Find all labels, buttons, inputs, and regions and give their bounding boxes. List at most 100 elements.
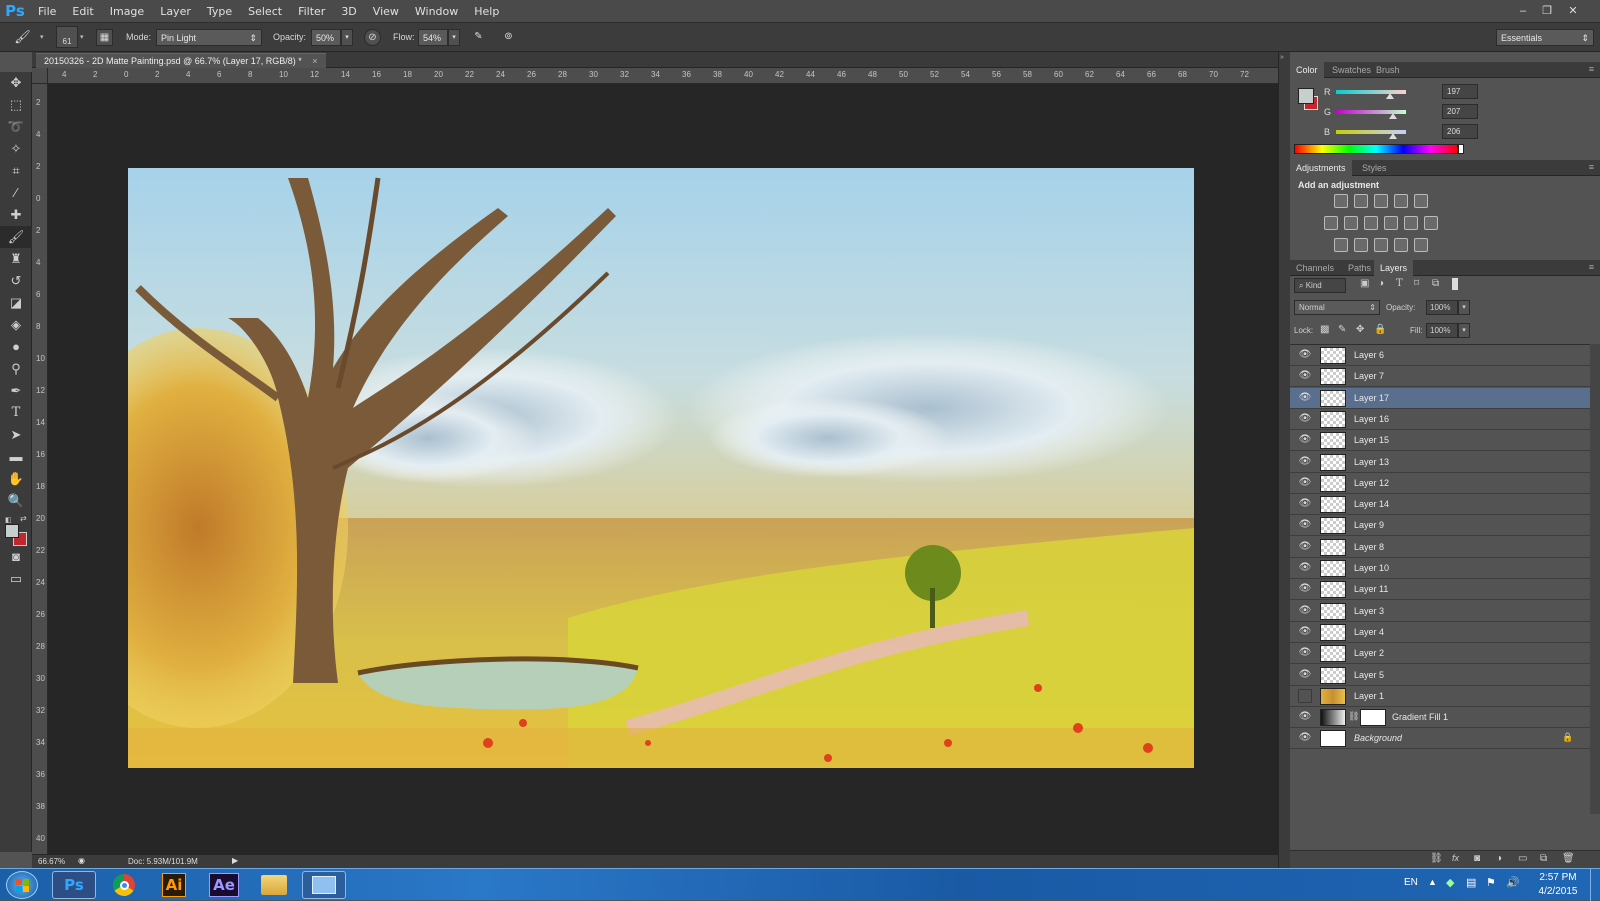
color-panel-menu-icon[interactable]: ≡ — [1589, 64, 1594, 74]
move-tool-icon[interactable]: ✥ — [0, 72, 32, 94]
menu-select[interactable]: Select — [240, 0, 290, 23]
language-indicator[interactable]: EN — [1404, 877, 1418, 888]
layer-row[interactable]: 👁 Layer 10 — [1290, 558, 1590, 579]
foreground-color-swatch[interactable] — [5, 524, 19, 538]
color-panel-foreground-swatch[interactable] — [1298, 88, 1314, 104]
flow-input[interactable]: 54% — [418, 29, 448, 46]
layer-row[interactable]: 👁 Layer 6 — [1290, 345, 1590, 366]
add-mask-icon[interactable]: ◙ — [1474, 853, 1480, 864]
close-button[interactable]: ✕ — [1563, 3, 1583, 19]
green-slider-thumb[interactable] — [1388, 113, 1397, 119]
visibility-eye-icon[interactable]: 👁 — [1298, 688, 1312, 703]
action-center-flag-icon[interactable]: ⚑ — [1486, 876, 1496, 889]
brush-picker-chevron-icon[interactable]: ▾ — [80, 33, 84, 41]
filter-shape-icon[interactable]: ⌑ — [1414, 278, 1419, 289]
red-value-input[interactable]: 197 — [1442, 84, 1478, 99]
layer-mask-thumbnail[interactable] — [1360, 709, 1386, 727]
layer-row[interactable]: 👁 Layer 14 — [1290, 494, 1590, 516]
start-button[interactable] — [6, 871, 38, 899]
pressure-opacity-icon[interactable]: ⊘ — [364, 29, 381, 46]
menu-window[interactable]: Window — [407, 0, 466, 23]
flow-slider-arrow-icon[interactable]: ▾ — [448, 29, 460, 46]
spectrum-white-swatch[interactable] — [1458, 144, 1464, 154]
tab-channels[interactable]: Channels — [1290, 260, 1340, 276]
blue-channel-slider[interactable]: B 206 — [1324, 124, 1478, 142]
matte-painting-canvas[interactable] — [128, 168, 1194, 768]
menu-help[interactable]: Help — [466, 0, 507, 23]
hue-saturation-icon[interactable] — [1324, 216, 1338, 230]
layer-row[interactable]: 👁 Layer 17 — [1290, 387, 1590, 409]
tab-adjustments[interactable]: Adjustments — [1290, 160, 1352, 176]
status-menu-arrow-icon[interactable]: ▶ — [232, 856, 238, 865]
layer-row[interactable]: 👁 Layer 11 — [1290, 579, 1590, 601]
selective-color-icon[interactable] — [1394, 238, 1408, 252]
visibility-eye-icon[interactable]: 👁 — [1298, 646, 1312, 660]
photo-filter-icon[interactable] — [1384, 216, 1398, 230]
filter-smart-object-icon[interactable]: ⧉ — [1432, 278, 1439, 289]
layer-row[interactable]: 👁 Layer 16 — [1290, 408, 1590, 430]
visibility-eye-icon[interactable]: 👁 — [1298, 433, 1312, 447]
layer-list-scrollbar[interactable] — [1590, 344, 1600, 814]
path-selection-tool-icon[interactable]: ➤ — [0, 424, 32, 446]
visibility-eye-icon[interactable]: 👁 — [1298, 731, 1312, 745]
delete-layer-icon[interactable]: 🗑 — [1562, 853, 1575, 864]
blue-value-input[interactable]: 206 — [1442, 124, 1478, 139]
filter-toggle[interactable] — [1452, 278, 1458, 290]
blend-mode-select[interactable]: Normal ⇕ — [1294, 300, 1380, 315]
visibility-eye-icon[interactable]: 👁 — [1298, 412, 1312, 426]
history-brush-tool-icon[interactable]: ↺ — [0, 270, 32, 292]
fill-input[interactable]: 100% — [1426, 323, 1458, 338]
tab-styles[interactable]: Styles — [1356, 160, 1393, 176]
menu-image[interactable]: Image — [102, 0, 152, 23]
taskbar-photoshop[interactable]: Ps — [52, 871, 96, 899]
lock-transparent-icon[interactable]: ▩ — [1320, 324, 1329, 335]
color-lookup-icon[interactable] — [1424, 216, 1438, 230]
layer-row[interactable]: 👁 Layer 4 — [1290, 621, 1590, 643]
visibility-eye-icon[interactable]: 👁 — [1298, 455, 1312, 469]
hand-tool-icon[interactable]: ✋ — [0, 468, 32, 490]
tab-color[interactable]: Color — [1290, 62, 1324, 78]
visibility-eye-icon[interactable]: 👁 — [1298, 369, 1312, 383]
visibility-eye-icon[interactable]: 👁 — [1298, 348, 1312, 362]
layer-row[interactable]: 👁 Layer 8 — [1290, 536, 1590, 558]
layer-row[interactable]: 👁 Layer 15 — [1290, 430, 1590, 452]
visibility-eye-icon[interactable]: 👁 — [1298, 582, 1312, 596]
taskbar-window-app[interactable] — [302, 871, 346, 899]
blur-tool-icon[interactable]: ● — [0, 336, 32, 358]
visibility-eye-icon[interactable]: 👁 — [1298, 561, 1312, 575]
layer-row[interactable]: 👁 Layer 13 — [1290, 451, 1590, 473]
show-desktop-button[interactable] — [1590, 869, 1600, 901]
color-balance-icon[interactable] — [1344, 216, 1358, 230]
red-channel-slider[interactable]: R 197 — [1324, 84, 1478, 102]
color-spectrum-bar[interactable] — [1294, 144, 1458, 154]
layer-opacity-arrow-icon[interactable]: ▾ — [1458, 300, 1470, 315]
visibility-eye-icon[interactable]: 👁 — [1298, 668, 1312, 682]
status-info-icon[interactable]: ◉ — [78, 856, 85, 865]
layers-panel-menu-icon[interactable]: ≡ — [1589, 262, 1594, 272]
paint-bucket-tool-icon[interactable]: ◈ — [0, 314, 32, 336]
screen-mode-icon[interactable]: ▭ — [0, 568, 32, 590]
filter-adjustment-icon[interactable]: ◑ — [1378, 278, 1384, 289]
menu-filter[interactable]: Filter — [290, 0, 333, 23]
zoom-level[interactable]: 66.67% — [38, 857, 65, 866]
menu-view[interactable]: View — [365, 0, 407, 23]
lasso-tool-icon[interactable]: ➰ — [0, 116, 32, 138]
lock-image-icon[interactable]: ✎ — [1338, 324, 1346, 335]
gradient-map-icon[interactable] — [1414, 238, 1428, 252]
layer-row[interactable]: 👁 Layer 5 — [1290, 664, 1590, 686]
visibility-eye-icon[interactable]: 👁 — [1298, 497, 1312, 511]
quick-mask-icon[interactable]: ◙ — [0, 546, 32, 568]
tab-brush[interactable]: Brush — [1370, 62, 1406, 78]
menu-layer[interactable]: Layer — [152, 0, 199, 23]
type-tool-icon[interactable]: T — [0, 402, 32, 424]
threshold-icon[interactable] — [1374, 238, 1388, 252]
brush-tool-icon[interactable]: 🖌 — [14, 29, 31, 46]
opacity-input[interactable]: 50% — [311, 29, 341, 46]
visibility-eye-icon[interactable]: 👁 — [1298, 625, 1312, 639]
pressure-size-icon[interactable]: ⊚ — [500, 29, 517, 46]
layer-row[interactable]: 👁 🔒 Background — [1290, 728, 1590, 750]
opacity-slider-arrow-icon[interactable]: ▾ — [341, 29, 353, 46]
taskbar-after-effects[interactable]: Ae — [202, 871, 246, 899]
brush-tool-icon[interactable]: 🖌 — [0, 226, 32, 248]
layer-row[interactable]: 👁 Layer 7 — [1290, 366, 1590, 388]
